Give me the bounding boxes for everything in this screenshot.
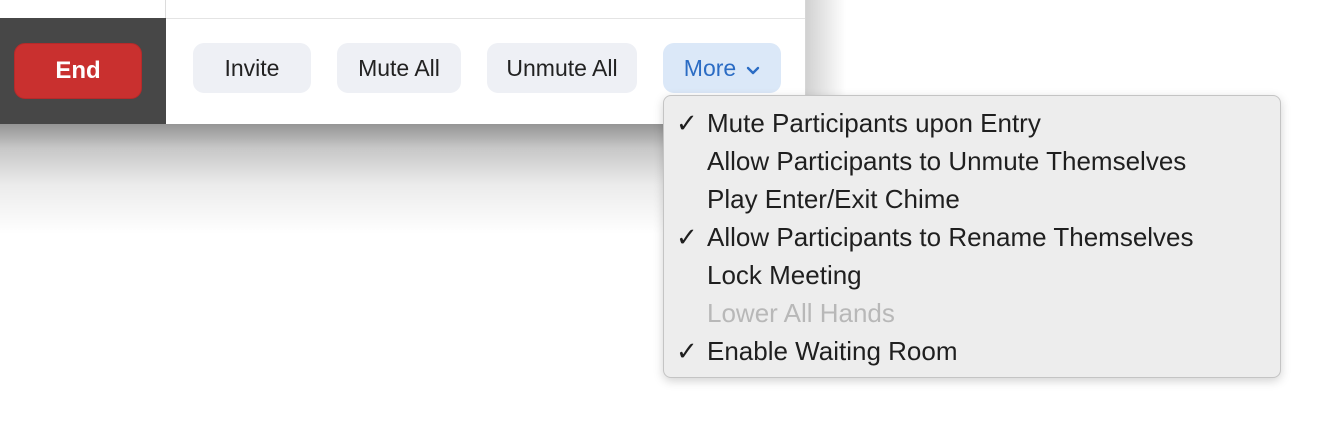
checkmark-icon: ✓ xyxy=(676,108,698,138)
menu-item-lower-all-hands: Lower All Hands xyxy=(664,294,1280,332)
checkmark-icon: ✓ xyxy=(676,336,698,366)
menu-item-label: Lock Meeting xyxy=(707,260,862,290)
menu-item-play-chime[interactable]: Play Enter/Exit Chime xyxy=(664,180,1280,218)
more-dropdown-menu: ✓ Mute Participants upon Entry Allow Par… xyxy=(663,95,1281,378)
more-button-label: More xyxy=(683,54,737,81)
checkmark-icon: ✓ xyxy=(676,222,698,252)
end-meeting-button[interactable]: End xyxy=(14,43,142,99)
menu-item-waiting-room[interactable]: ✓ Enable Waiting Room xyxy=(664,332,1280,370)
toolbar-divider xyxy=(166,18,806,19)
menu-item-allow-unmute[interactable]: Allow Participants to Unmute Themselves xyxy=(664,142,1280,180)
menu-item-label: Mute Participants upon Entry xyxy=(707,108,1041,138)
menu-item-allow-rename[interactable]: ✓ Allow Participants to Rename Themselve… xyxy=(664,218,1280,256)
panel-border xyxy=(165,0,166,18)
mute-all-button[interactable]: Mute All xyxy=(337,43,461,93)
menu-item-label: Play Enter/Exit Chime xyxy=(707,184,960,214)
unmute-all-button[interactable]: Unmute All xyxy=(487,43,637,93)
menu-item-label: Allow Participants to Rename Themselves xyxy=(707,222,1194,252)
menu-item-label: Lower All Hands xyxy=(707,298,895,328)
menu-item-label: Enable Waiting Room xyxy=(707,336,958,366)
more-button[interactable]: More xyxy=(663,43,781,93)
invite-button[interactable]: Invite xyxy=(193,43,311,93)
chevron-down-icon xyxy=(746,55,760,82)
menu-item-mute-upon-entry[interactable]: ✓ Mute Participants upon Entry xyxy=(664,104,1280,142)
top-strip xyxy=(0,0,166,18)
menu-item-lock-meeting[interactable]: Lock Meeting xyxy=(664,256,1280,294)
menu-item-label: Allow Participants to Unmute Themselves xyxy=(707,146,1187,176)
